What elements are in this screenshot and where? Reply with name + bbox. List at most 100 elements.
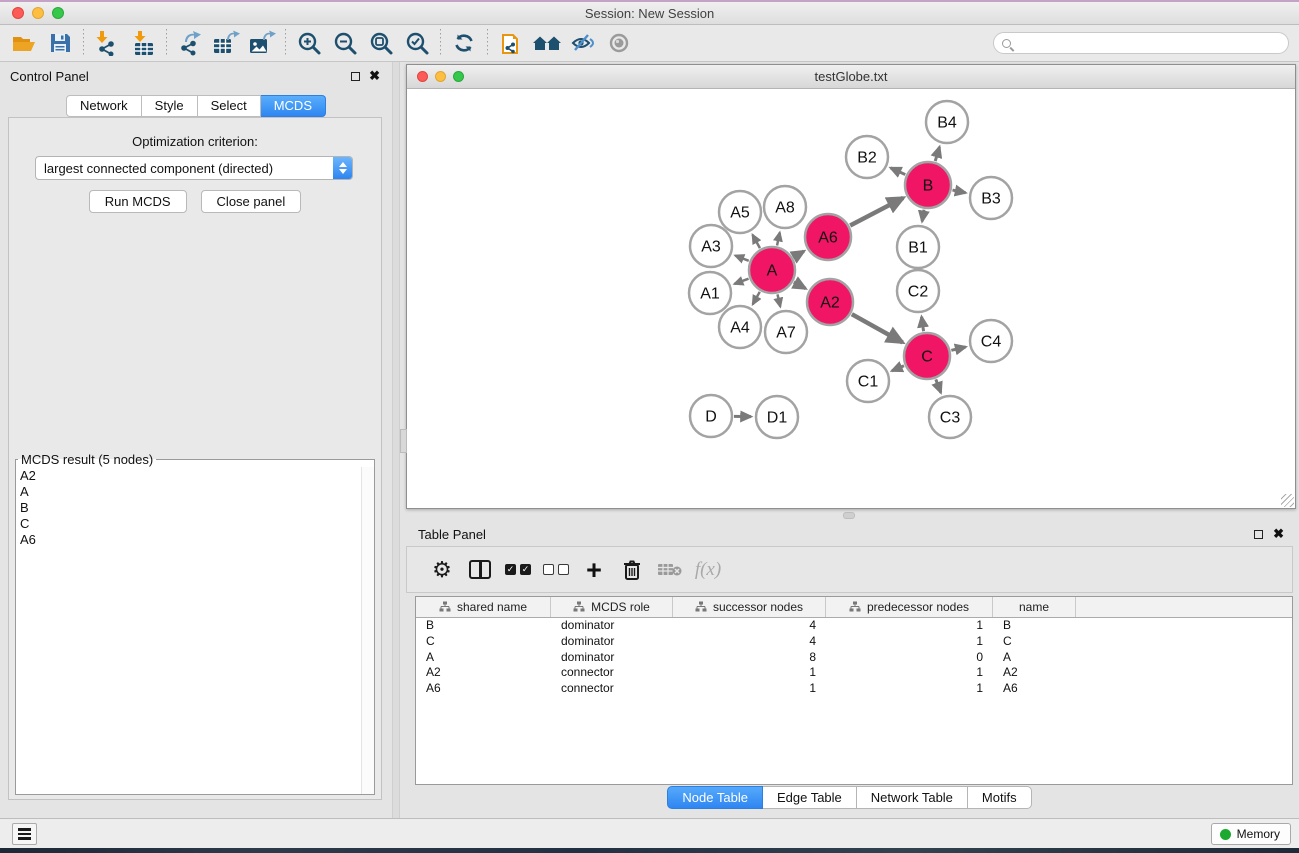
graph-node-A3[interactable]: A3	[690, 225, 732, 267]
home-layout-button[interactable]	[529, 28, 565, 58]
table-settings-button[interactable]: ⚙	[423, 553, 461, 587]
panel-split-divider[interactable]	[392, 62, 400, 818]
column-header-predecessor-nodes[interactable]: predecessor nodes	[826, 597, 993, 617]
delete-table-button[interactable]	[651, 553, 689, 587]
memory-button[interactable]: Memory	[1211, 823, 1291, 845]
float-panel-icon[interactable]	[351, 72, 360, 81]
graph-edge-A-A6[interactable]	[794, 251, 804, 257]
tab-style[interactable]: Style	[142, 95, 198, 117]
network-canvas[interactable]: B4 B2 B B3 A5A8A6 A3 B1 A A1 C2 A2 A4A7 C4 C C1 C3 D D1	[407, 89, 1295, 508]
close-table-panel-icon[interactable]: ✖	[1273, 527, 1284, 541]
tab-select[interactable]: Select	[198, 95, 261, 117]
tab-edge-table[interactable]: Edge Table	[763, 786, 857, 809]
zoom-out-button[interactable]	[327, 28, 363, 58]
mcds-result-item[interactable]: A	[20, 484, 374, 500]
deselect-all-button[interactable]	[537, 553, 575, 587]
export-network-button[interactable]	[172, 28, 208, 58]
table-row[interactable]: Adominator80A	[416, 650, 1292, 666]
graph-node-B2[interactable]: B2	[846, 136, 888, 178]
graph-node-A7[interactable]: A7	[765, 311, 807, 353]
network-minimize-button[interactable]	[435, 71, 446, 82]
column-header-successor-nodes[interactable]: successor nodes	[673, 597, 826, 617]
column-header-name[interactable]: name	[993, 597, 1076, 617]
table-row[interactable]: Cdominator41C	[416, 634, 1292, 650]
graph-node-C3[interactable]: C3	[929, 396, 971, 438]
table-row[interactable]: A2connector11A2	[416, 665, 1292, 681]
graph-edge-C-C4[interactable]	[951, 347, 965, 350]
graph-node-C2[interactable]: C2	[897, 270, 939, 312]
graph-edge-A-A2[interactable]	[794, 282, 806, 288]
horizontal-split-handle[interactable]	[843, 512, 855, 519]
graph-node-B[interactable]: B	[905, 162, 951, 208]
graph-edge-B-B1[interactable]	[922, 210, 924, 222]
search-input[interactable]	[1017, 36, 1280, 50]
tab-network[interactable]: Network	[66, 95, 142, 117]
network-close-button[interactable]	[417, 71, 428, 82]
graph-edge-C-C1[interactable]	[892, 366, 904, 371]
graph-node-C[interactable]: C	[904, 333, 950, 379]
graph-node-A6[interactable]: A6	[805, 214, 851, 260]
graph-edge-A6-B[interactable]	[850, 198, 903, 226]
graph-edge-A2-C[interactable]	[852, 314, 903, 342]
graph-edge-C-C3[interactable]	[936, 379, 941, 392]
close-window-button[interactable]	[12, 7, 24, 19]
graph-node-D1[interactable]: D1	[756, 396, 798, 438]
graph-node-A8[interactable]: A8	[764, 186, 806, 228]
graph-edge-B-B2[interactable]	[891, 168, 906, 175]
export-table-button[interactable]	[208, 28, 244, 58]
graph-edge-A-A1[interactable]	[734, 279, 748, 284]
table-row[interactable]: A6connector11A6	[416, 681, 1292, 697]
mcds-result-item[interactable]: A6	[20, 532, 374, 548]
zoom-fit-button[interactable]	[363, 28, 399, 58]
mcds-result-item[interactable]: A2	[20, 468, 374, 484]
add-column-button[interactable]: +	[575, 553, 613, 587]
graph-edge-A-A3[interactable]	[735, 256, 749, 261]
window-resize-grip[interactable]	[1281, 494, 1294, 507]
column-header-MCDS-role[interactable]: MCDS role	[551, 597, 673, 617]
open-session-button[interactable]	[6, 28, 42, 58]
zoom-window-button[interactable]	[52, 7, 64, 19]
refresh-button[interactable]	[446, 28, 482, 58]
tab-node-table[interactable]: Node Table	[667, 786, 763, 809]
criterion-dropdown[interactable]: largest connected component (directed)	[35, 156, 353, 180]
graph-node-B3[interactable]: B3	[970, 177, 1012, 219]
birdseye-toggle-handle[interactable]	[400, 429, 407, 453]
graph-edge-A-A4[interactable]	[753, 292, 760, 305]
float-table-panel-icon[interactable]	[1254, 530, 1263, 539]
save-session-button[interactable]	[42, 28, 78, 58]
graph-node-C4[interactable]: C4	[970, 320, 1012, 362]
graph-edge-B-B4[interactable]	[935, 147, 939, 161]
table-row[interactable]: Bdominator41B	[416, 618, 1292, 634]
graph-node-B4[interactable]: B4	[926, 101, 968, 143]
graph-node-A2[interactable]: A2	[807, 279, 853, 325]
task-history-button[interactable]	[12, 823, 37, 845]
graph-node-A5[interactable]: A5	[719, 191, 761, 233]
tab-network-table[interactable]: Network Table	[857, 786, 968, 809]
function-builder-button[interactable]: f(x)	[689, 553, 727, 587]
network-window-titlebar[interactable]: testGlobe.txt	[407, 65, 1295, 89]
mcds-result-item[interactable]: B	[20, 500, 374, 516]
graph-edge-A-A8[interactable]	[777, 232, 780, 245]
zoom-in-button[interactable]	[291, 28, 327, 58]
new-network-button[interactable]	[493, 28, 529, 58]
graph-node-A1[interactable]: A1	[689, 272, 731, 314]
graph-node-C1[interactable]: C1	[847, 360, 889, 402]
graph-node-B1[interactable]: B1	[897, 226, 939, 268]
graph-node-D[interactable]: D	[690, 395, 732, 437]
network-zoom-button[interactable]	[453, 71, 464, 82]
column-header-shared-name[interactable]: shared name	[416, 597, 551, 617]
close-panel-icon[interactable]: ✖	[369, 69, 380, 83]
column-visibility-button[interactable]	[461, 553, 499, 587]
export-image-button[interactable]	[244, 28, 280, 58]
select-all-button[interactable]: ✓✓	[499, 553, 537, 587]
zoom-selected-button[interactable]	[399, 28, 435, 58]
graph-node-A4[interactable]: A4	[719, 306, 761, 348]
graph-edge-A-A7[interactable]	[778, 294, 781, 306]
mcds-result-item[interactable]: C	[20, 516, 374, 532]
graph-edge-A-A5[interactable]	[753, 235, 760, 248]
graph-edge-C-C2[interactable]	[922, 317, 924, 331]
tab-motifs[interactable]: Motifs	[968, 786, 1032, 809]
graph-node-A[interactable]: A	[749, 247, 795, 293]
delete-column-button[interactable]	[613, 553, 651, 587]
result-list-scrollbar[interactable]	[361, 467, 374, 794]
